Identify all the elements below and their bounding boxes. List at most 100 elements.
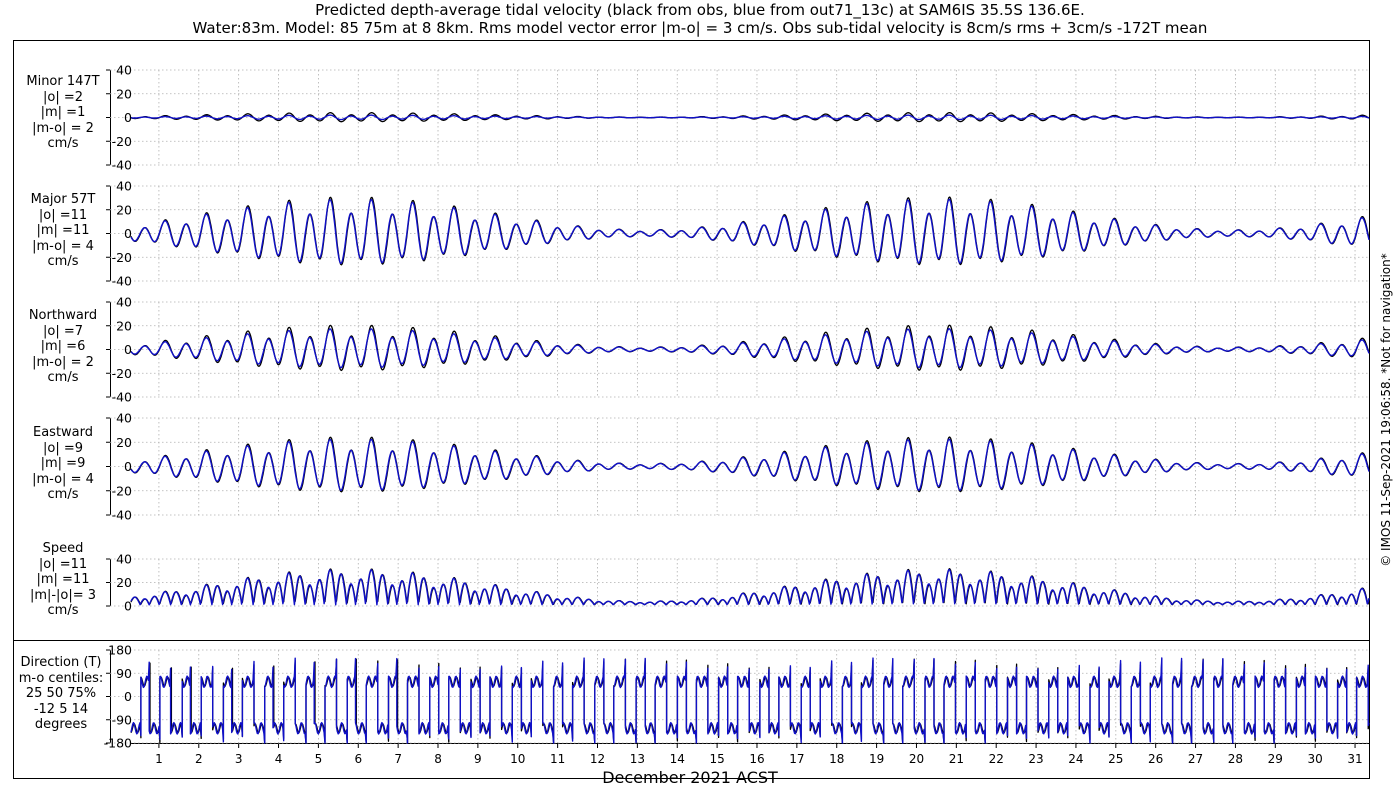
- x-tick-label: 28: [1228, 752, 1243, 766]
- grid-lines: [110, 69, 1369, 744]
- x-tick-label: 10: [510, 752, 525, 766]
- series-model-direction: [130, 657, 1370, 744]
- panel-label-line: |m| =6: [40, 339, 86, 354]
- panel-label-line: Speed: [42, 541, 84, 556]
- x-tick-label: 4: [275, 752, 283, 766]
- x-tick-label: 1: [155, 752, 163, 766]
- x-tick-label: 3: [235, 752, 243, 766]
- panel-label-line: Minor 147T: [26, 74, 100, 89]
- y-tick-label-major: 0: [124, 226, 132, 241]
- panel-series-east: [130, 436, 1370, 493]
- y-tick-label-east: 0: [124, 459, 132, 474]
- y-tick-label-north: 0: [124, 342, 132, 357]
- data-series: [130, 111, 1370, 744]
- x-tick-label: 26: [1148, 752, 1163, 766]
- y-tick-label-east: -20: [112, 483, 132, 498]
- panel-label-line: |m| =11: [36, 572, 90, 587]
- panel-label-line: cm/s: [47, 254, 79, 269]
- panel-series-speed: [130, 568, 1370, 606]
- figure-frames: [13, 40, 1370, 779]
- panel-series-minor: [130, 111, 1370, 123]
- x-tick-label: 23: [1028, 752, 1043, 766]
- panel-label-direction: Direction (T) m-o centiles: 25 50 75% -1…: [11, 655, 111, 733]
- panel-label-line: cm/s: [47, 487, 79, 502]
- y-tick-label-direction: -180: [104, 736, 132, 751]
- panel-label-line: |o| =11: [38, 207, 88, 223]
- panel-series-north: [130, 324, 1370, 372]
- panel-label-line: Direction (T): [20, 655, 102, 670]
- tick-labels: 40200-20-4040200-20-4040200-20-4040200-2…: [104, 63, 1363, 767]
- watermark: © IMOS 11-Sep-2021 19:06:58. *Not for na…: [1376, 40, 1396, 780]
- y-tick-label-direction: 0: [124, 689, 132, 704]
- series-model-minor: [130, 114, 1370, 121]
- x-tick-label: 21: [949, 752, 964, 766]
- x-tick-label: 29: [1268, 752, 1283, 766]
- y-tick-label-speed: 40: [116, 552, 132, 567]
- panel-label-line: |o| =11: [38, 556, 88, 572]
- y-tick-label-north: -20: [112, 366, 132, 381]
- panel-label-east: Eastward |o| =9 |m| =9 |m-o| = 4 cm/s: [13, 425, 113, 503]
- panel-label-line: |m-o| = 4: [32, 471, 94, 487]
- x-tick-label: 17: [789, 752, 804, 766]
- watermark-text: © IMOS 11-Sep-2021 19:06:58. *Not for na…: [1379, 253, 1393, 567]
- x-tick-label: 24: [1068, 752, 1083, 766]
- x-tick-label: 16: [749, 752, 764, 766]
- panel-label-line: cm/s: [47, 370, 79, 385]
- panel-label-line: Northward: [28, 308, 98, 323]
- panel-label-major: Major 57T |o| =11 |m| =11 |m-o| = 4 cm/s: [13, 192, 113, 270]
- x-tick-label: 13: [630, 752, 645, 766]
- upper-frame: [13, 40, 1370, 641]
- series-obs-major: [130, 196, 1370, 266]
- x-axis-label: December 2021 ACST: [602, 768, 778, 787]
- panel-label-line: 25 50 75%: [25, 686, 97, 701]
- panel-series-direction: [130, 657, 1370, 744]
- x-tick-label: 8: [434, 752, 442, 766]
- y-tick-label-east: 20: [116, 435, 132, 450]
- panel-label-line: |m| =1: [40, 105, 86, 120]
- series-obs-east: [130, 436, 1370, 493]
- y-tick-label-direction: 180: [108, 643, 132, 658]
- x-tick-label: 5: [315, 752, 323, 766]
- panel-label-line: |m| =11: [36, 223, 90, 238]
- panel-label-line: |o| =9: [42, 440, 83, 456]
- panel-label-line: |m-o| = 2: [32, 354, 94, 370]
- series-model-east: [130, 438, 1370, 491]
- x-tick-label: 7: [394, 752, 402, 766]
- y-tick-label-minor: 0: [124, 110, 132, 125]
- x-tick-label: 31: [1347, 752, 1362, 766]
- series-obs-north: [130, 324, 1370, 372]
- y-tick-label-major: -40: [112, 274, 132, 289]
- lower-frame: [13, 640, 1370, 779]
- x-tick-label: 12: [590, 752, 605, 766]
- x-tick-label: 14: [670, 752, 685, 766]
- panel-label-line: |m-o| = 4: [32, 238, 94, 254]
- y-tick-label-major: -20: [112, 250, 132, 265]
- series-model-speed: [130, 568, 1370, 606]
- x-tick-label: 25: [1108, 752, 1123, 766]
- panel-label-speed: Speed |o| =11 |m| =11 |m|-|o|= 3 cm/s: [13, 541, 113, 619]
- y-tick-label-north: 20: [116, 318, 132, 333]
- y-tick-label-direction: 90: [116, 666, 132, 681]
- y-tick-label-direction: -90: [112, 712, 132, 727]
- panel-label-north: Northward |o| =7 |m| =6 |m-o| = 2 cm/s: [13, 308, 113, 386]
- y-tick-label-minor: -40: [112, 158, 132, 173]
- panel-label-line: m-o centiles:: [18, 670, 104, 686]
- y-tick-label-north: 40: [116, 295, 132, 310]
- panel-label-line: |m-o| = 2: [32, 120, 94, 136]
- panel-label-line: Eastward: [32, 425, 94, 440]
- x-tick-label: 11: [550, 752, 565, 766]
- x-tick-label: 19: [869, 752, 884, 766]
- panel-label-line: degrees: [34, 717, 88, 732]
- x-tick-label: 6: [354, 752, 362, 766]
- y-tick-label-north: -40: [112, 390, 132, 405]
- panel-series-major: [130, 196, 1370, 266]
- x-tick-label: 18: [829, 752, 844, 766]
- x-tick-label: 30: [1308, 752, 1323, 766]
- x-tick-label: 20: [909, 752, 924, 766]
- panel-label-line: |m|-|o|= 3: [29, 587, 97, 603]
- y-tick-label-speed: 20: [116, 575, 132, 590]
- y-tick-label-major: 40: [116, 179, 132, 194]
- panel-label-line: |m| =9: [40, 456, 86, 471]
- x-tick-label: 2: [195, 752, 203, 766]
- series-model-major: [130, 198, 1370, 264]
